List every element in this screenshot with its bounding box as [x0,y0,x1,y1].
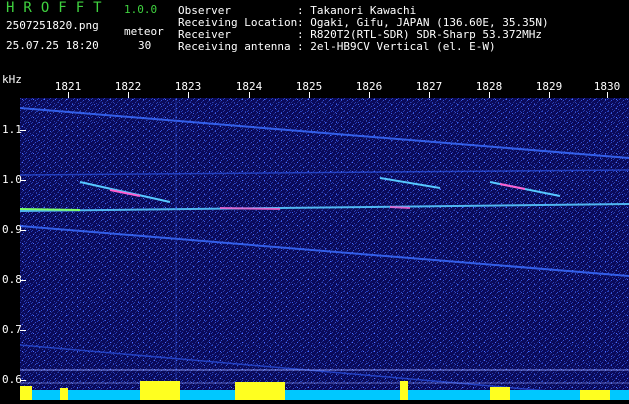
y-tick-label-1-0: 1.0 [2,173,22,186]
y-unit-label: kHz [2,73,22,86]
noise-overlay [20,98,629,400]
meteor-echo-5 [219,207,281,210]
level-bar [490,387,510,400]
datetime-label: 25.07.25 18:20 [6,39,99,52]
level-bar [140,381,180,400]
spectrogram-svg [19,98,629,400]
y-tick-0-9 [20,230,26,231]
meteor-count-value: 30 [138,39,152,52]
level-bar [235,382,285,400]
level-bar [400,381,408,400]
y-tick-1-1 [20,130,26,131]
app-version: 1.0.0 [124,3,158,16]
level-bar [20,386,32,400]
meteor-echo-6 [389,206,411,209]
filename-label: 2507251820.png [6,19,99,32]
antenna-value: : 2el-HB9CV Vertical (el. E-W) [297,40,496,53]
y-tick-label-0-9: 0.9 [2,223,22,236]
meteor-count-label: meteor [124,25,164,38]
meteor-echo-4 [19,208,81,211]
level-bar [580,390,610,400]
y-tick-label-0-8: 0.8 [2,273,22,286]
y-tick-1-0 [20,180,26,181]
y-tick-label-0-7: 0.7 [2,323,22,336]
y-tick-0-8 [20,280,26,281]
y-tick-label-1-1: 1.1 [2,123,22,136]
header-panel: HROFFT 1.0.0 2507251820.png 25.07.25 18:… [0,0,629,72]
level-bar [60,388,68,400]
y-tick-0-7 [20,330,26,331]
level-base-strip [20,390,629,400]
spectrogram-plot [19,98,629,400]
app-logo: HROFFT [6,0,111,16]
y-tick-0-6 [20,380,26,381]
antenna-label: Receiving antenna [178,40,291,53]
y-tick-label-0-6: 0.6 [2,373,22,386]
